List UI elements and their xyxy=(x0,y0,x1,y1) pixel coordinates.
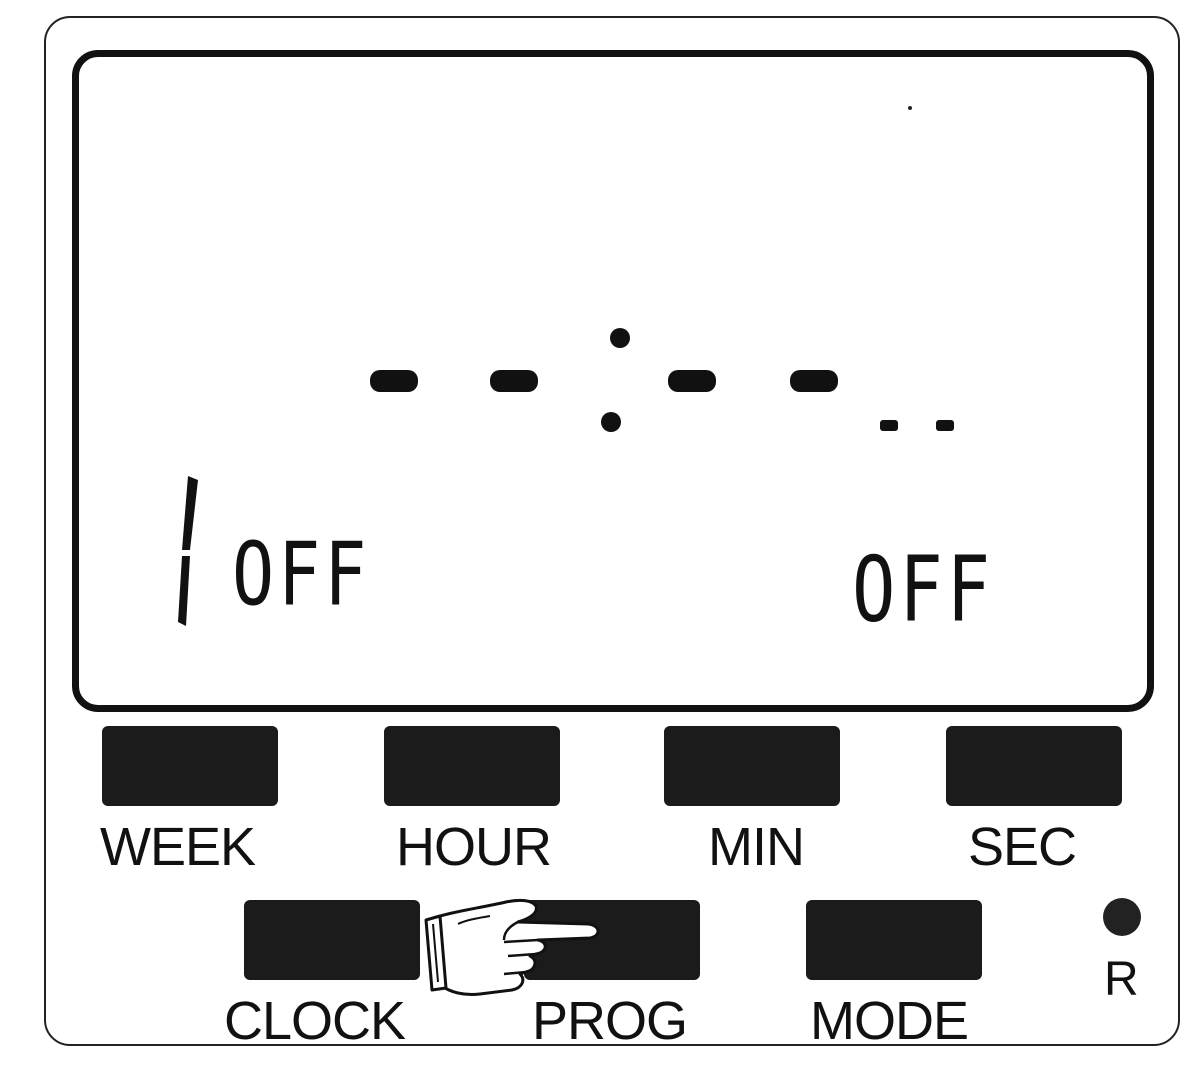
min-button[interactable] xyxy=(664,726,840,806)
reset-label: R xyxy=(1104,953,1139,1006)
display-speck xyxy=(908,106,912,110)
colon-top-dot xyxy=(610,328,630,348)
hour-label: HOUR xyxy=(396,817,552,877)
week-button[interactable] xyxy=(102,726,278,806)
mode-label: MODE xyxy=(810,991,969,1051)
seconds-tens-segment xyxy=(880,420,898,431)
right-off-status: OFF xyxy=(852,536,995,642)
hour-units-segment xyxy=(490,370,538,392)
mode-button[interactable] xyxy=(806,900,982,980)
colon-bottom-dot xyxy=(601,412,621,432)
minute-tens-segment xyxy=(668,370,716,392)
hour-tens-segment xyxy=(370,370,418,392)
min-label: MIN xyxy=(708,817,805,877)
week-label: WEEK xyxy=(100,817,256,877)
left-off-status: OFF xyxy=(232,523,371,626)
sec-button[interactable] xyxy=(946,726,1122,806)
minute-units-segment xyxy=(790,370,838,392)
sec-label: SEC xyxy=(968,817,1077,877)
clock-label: CLOCK xyxy=(224,991,406,1051)
hour-button[interactable] xyxy=(384,726,560,806)
pointing-hand-icon xyxy=(424,898,600,996)
seconds-units-segment xyxy=(936,420,954,431)
program-number-digit xyxy=(178,476,198,626)
reset-dot-icon[interactable] xyxy=(1103,898,1141,936)
clock-button[interactable] xyxy=(244,900,420,980)
